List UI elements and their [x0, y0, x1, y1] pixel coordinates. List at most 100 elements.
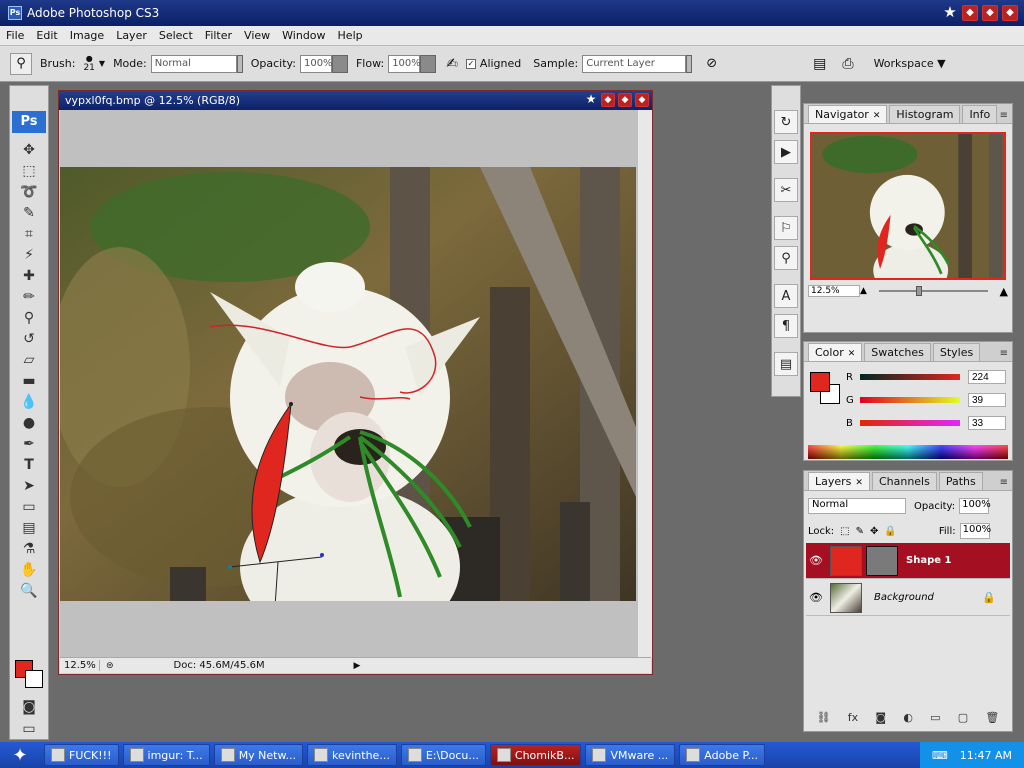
character-panel-icon[interactable]: A: [774, 284, 798, 308]
green-input[interactable]: [968, 393, 1006, 407]
doc-maximize-button[interactable]: ◆: [618, 93, 632, 107]
clone-stamp-tool-preset-icon[interactable]: ⚲: [10, 52, 32, 75]
zoom-tool-icon[interactable]: 🔍: [12, 580, 46, 601]
doc-minimize-button[interactable]: ◆: [601, 93, 615, 107]
photoshop-logo[interactable]: Ps: [12, 111, 46, 133]
slice-tool-icon[interactable]: ⚡: [12, 244, 46, 265]
opacity-slider-button[interactable]: [331, 54, 348, 73]
menu-help[interactable]: Help: [332, 29, 369, 42]
navigator-zoom-input[interactable]: 12.5%: [808, 285, 860, 297]
doc-close-button[interactable]: ◆: [635, 93, 649, 107]
keyboard-icon[interactable]: ⌨: [932, 749, 948, 762]
zoom-in-icon[interactable]: ▲: [1000, 285, 1008, 298]
gradient-tool-icon[interactable]: ▬: [12, 370, 46, 391]
tab-swatches[interactable]: Swatches: [864, 343, 931, 361]
tool-presets-icon[interactable]: ✂: [774, 178, 798, 202]
actions-panel-icon[interactable]: ▶: [774, 140, 798, 164]
blue-slider[interactable]: [860, 420, 960, 426]
eye-icon[interactable]: 👁: [806, 554, 826, 567]
star-icon[interactable]: ★: [942, 5, 958, 21]
menu-filter[interactable]: Filter: [199, 29, 238, 42]
tab-channels[interactable]: Channels: [871, 472, 937, 490]
navigator-zoom-slider[interactable]: [878, 286, 988, 296]
goat-photo[interactable]: [60, 167, 636, 601]
panel-menu-icon[interactable]: ≡: [1000, 110, 1008, 121]
taskbar-item[interactable]: E:\Docu...: [400, 744, 486, 766]
start-button[interactable]: ✦: [0, 742, 40, 768]
quick-mask-icon[interactable]: ◙: [12, 696, 46, 717]
flow-input[interactable]: 100%: [388, 54, 421, 73]
history-brush-tool-icon[interactable]: ↺: [12, 328, 46, 349]
screen-mode-icon[interactable]: ▭: [12, 718, 46, 739]
hand-tool-icon[interactable]: ✋: [12, 559, 46, 580]
ignore-adjustment-layers-icon[interactable]: ⊘: [706, 56, 717, 71]
panel-menu-icon[interactable]: ≡: [1000, 348, 1008, 359]
eye-icon[interactable]: 👁: [806, 591, 826, 604]
red-slider[interactable]: [860, 374, 960, 380]
document-vertical-scrollbar[interactable]: [638, 110, 652, 658]
sample-select[interactable]: Current Layer: [582, 54, 687, 73]
menu-window[interactable]: Window: [276, 29, 331, 42]
eyedropper-tool-icon[interactable]: ⚗: [12, 538, 46, 559]
delete-layer-icon[interactable]: 🗑: [985, 711, 999, 727]
zoom-out-icon[interactable]: ▲: [860, 286, 867, 296]
dodge-tool-icon[interactable]: ●: [12, 412, 46, 433]
lock-pixels-icon[interactable]: ✎: [856, 526, 864, 537]
layer-name-background[interactable]: Background: [874, 592, 934, 603]
notes-tool-icon[interactable]: ▤: [12, 517, 46, 538]
layer-comps-icon[interactable]: ▤: [774, 352, 798, 376]
add-mask-icon[interactable]: ◙: [875, 711, 886, 727]
tab-layers[interactable]: Layers ✕: [808, 472, 870, 490]
brush-tool-icon[interactable]: ✏: [12, 286, 46, 307]
layer-name-shape-1[interactable]: Shape 1: [906, 555, 951, 566]
opacity-input[interactable]: 100%: [299, 54, 333, 73]
taskbar-item[interactable]: imgur: T...: [122, 744, 210, 766]
clone-source-icon[interactable]: ⚲: [774, 246, 798, 270]
blend-mode-select[interactable]: Normal: [808, 498, 906, 514]
taskbar-item[interactable]: kevinthe...: [306, 744, 397, 766]
fill-input[interactable]: 100%: [959, 523, 991, 539]
lock-position-icon[interactable]: ✥: [870, 526, 878, 537]
lock-transparency-icon[interactable]: ⬚: [840, 526, 849, 537]
airbrush-icon[interactable]: ✍: [446, 56, 458, 72]
menu-edit[interactable]: Edit: [30, 29, 63, 42]
taskbar-item[interactable]: Adobe P...: [679, 744, 765, 766]
brush-picker[interactable]: ● 21: [83, 54, 94, 73]
mode-select[interactable]: Normal: [150, 54, 237, 73]
history-panel-icon[interactable]: ↻: [774, 110, 798, 134]
bridge-icon[interactable]: ⎙: [842, 56, 853, 72]
maximize-button[interactable]: ◆: [982, 5, 998, 21]
taskbar-item[interactable]: FUCK!!!: [44, 744, 119, 766]
palette-well-icon[interactable]: ▤: [813, 56, 826, 72]
crop-tool-icon[interactable]: ⌗: [12, 223, 46, 244]
type-tool-icon[interactable]: T: [12, 454, 46, 475]
healing-brush-tool-icon[interactable]: ✚: [12, 265, 46, 286]
canvas-area[interactable]: [60, 110, 651, 658]
new-layer-icon[interactable]: ▢: [958, 711, 968, 727]
clone-stamp-tool-icon[interactable]: ⚲: [12, 307, 46, 328]
tab-info[interactable]: Info: [962, 105, 998, 123]
status-icon[interactable]: ⊜: [106, 661, 114, 671]
adjustment-layer-icon[interactable]: ◐: [903, 711, 913, 727]
red-input[interactable]: [968, 370, 1006, 384]
link-layers-icon[interactable]: ⛓: [817, 711, 831, 727]
path-selection-tool-icon[interactable]: ➤: [12, 475, 46, 496]
taskbar-item[interactable]: ChomikB...: [489, 744, 582, 766]
tab-navigator[interactable]: Navigator ✕: [808, 105, 888, 123]
aligned-checkbox[interactable]: ✓: [465, 58, 476, 69]
menu-image[interactable]: Image: [64, 29, 110, 42]
blur-tool-icon[interactable]: 💧: [12, 391, 46, 412]
vector-mask-thumbnail[interactable]: [866, 545, 898, 576]
blue-input[interactable]: [968, 416, 1006, 430]
color-foreground-swatch[interactable]: [810, 372, 830, 392]
tab-color[interactable]: Color ✕: [808, 343, 863, 361]
navigator-thumbnail[interactable]: [810, 132, 1006, 280]
tab-histogram[interactable]: Histogram: [889, 105, 961, 123]
layer-row-background[interactable]: 👁 Background 🔒: [806, 580, 1010, 616]
layer-style-icon[interactable]: fx: [848, 711, 858, 727]
brushes-panel-icon[interactable]: ⚐: [774, 216, 798, 240]
color-spectrum-bar[interactable]: [808, 445, 1008, 459]
marquee-tool-icon[interactable]: ⬚: [12, 160, 46, 181]
paragraph-panel-icon[interactable]: ¶: [774, 314, 798, 338]
pen-tool-icon[interactable]: ✒: [12, 433, 46, 454]
